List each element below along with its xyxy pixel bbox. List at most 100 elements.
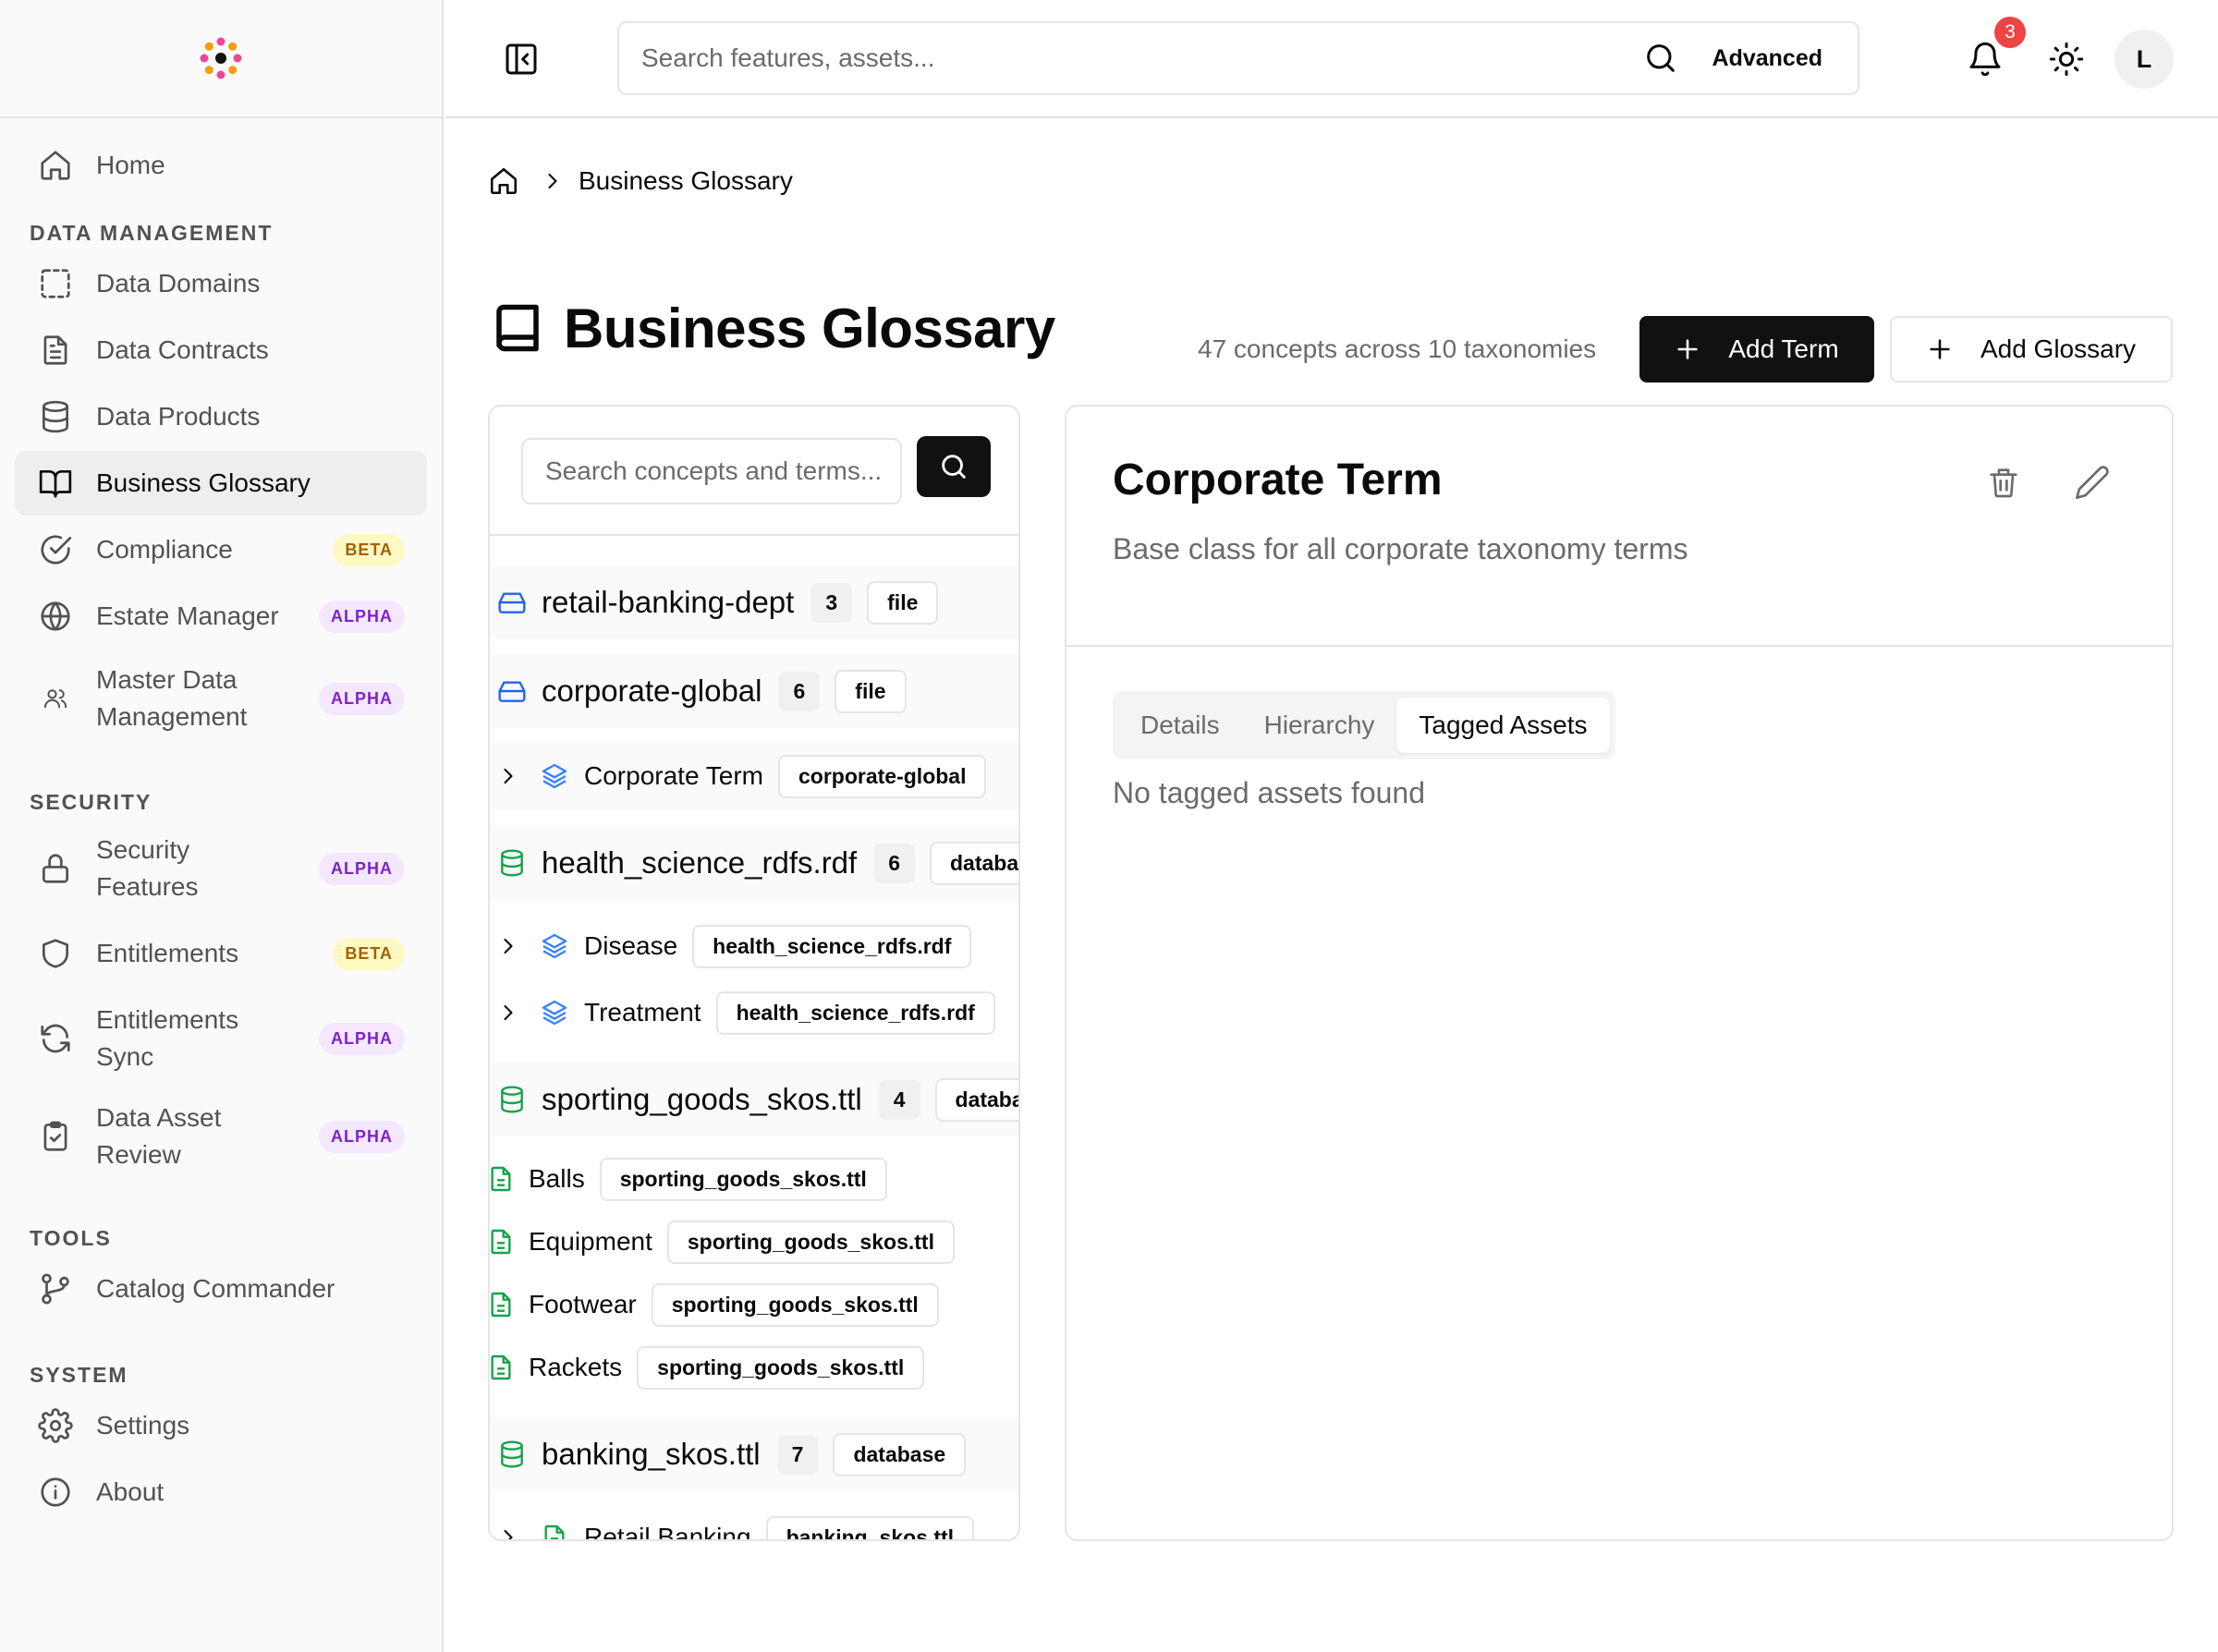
advanced-search-button[interactable]: Advanced bbox=[1712, 45, 1822, 72]
tree-group-type-tag: database bbox=[833, 1432, 967, 1476]
sidebar-item-home[interactable]: Home bbox=[15, 133, 427, 198]
search-icon[interactable] bbox=[1642, 40, 1679, 77]
clipboard-check-icon bbox=[37, 1118, 74, 1155]
section-title-system: SYSTEM bbox=[30, 1363, 128, 1387]
tree-group-count: 6 bbox=[873, 843, 915, 883]
beta-badge: BETA bbox=[333, 937, 405, 970]
plus-icon bbox=[1930, 339, 1950, 359]
sidebar-item-catalog-commander[interactable]: Catalog Commander bbox=[15, 1257, 427, 1321]
sidebar-item-data-domains[interactable]: Data Domains bbox=[15, 251, 427, 316]
theme-toggle-sun-icon[interactable] bbox=[2048, 41, 2085, 78]
term-description: Base class for all corporate taxonomy te… bbox=[1113, 532, 1688, 565]
bell-icon[interactable] bbox=[1967, 41, 2004, 78]
sidebar-item-estate-manager[interactable]: Estate Manager ALPHA bbox=[15, 584, 427, 649]
sidebar-item-data-products[interactable]: Data Products bbox=[15, 384, 427, 449]
sidebar-item-about[interactable]: About bbox=[15, 1460, 427, 1524]
chevron-right-icon[interactable] bbox=[495, 763, 521, 789]
document-icon bbox=[544, 1524, 565, 1539]
concept-search-input[interactable]: Search concepts and terms... bbox=[521, 438, 902, 504]
tree-group-row[interactable]: banking_skos.ttl 7 database bbox=[490, 1417, 1018, 1491]
document-icon bbox=[491, 1166, 511, 1192]
sidebar-item-label: Estate Manager bbox=[96, 601, 279, 630]
tab-hierarchy[interactable]: Hierarchy bbox=[1242, 698, 1397, 753]
tree-term-row[interactable]: Disease health_science_rdfs.rdf bbox=[490, 918, 1018, 974]
lock-icon bbox=[37, 850, 74, 887]
sidebar-item-security-features[interactable]: Security Features ALPHA bbox=[15, 820, 427, 917]
tree-group-type-tag: database bbox=[934, 1077, 1018, 1122]
breadcrumb-home-icon[interactable] bbox=[488, 165, 519, 197]
sidebar-item-master-data-management[interactable]: Master Data Management ALPHA bbox=[15, 650, 427, 747]
plus-icon bbox=[1677, 339, 1698, 359]
tree-term-row[interactable]: Balls sporting_goods_skos.ttl bbox=[490, 1153, 1018, 1205]
tree-group-name: banking_skos.ttl bbox=[542, 1437, 761, 1471]
database-icon bbox=[37, 398, 74, 435]
tree-term-row[interactable]: Retail Banking banking_skos.ttl bbox=[490, 1510, 1018, 1541]
tree-term-name: Retail Banking bbox=[584, 1523, 751, 1541]
tree-term-row[interactable]: Footwear sporting_goods_skos.ttl bbox=[490, 1279, 1018, 1330]
breadcrumb-current: Business Glossary bbox=[579, 166, 793, 195]
book-open-icon bbox=[37, 465, 74, 502]
tree-group-name: health_science_rdfs.rdf bbox=[542, 845, 858, 880]
tab-tagged-assets[interactable]: Tagged Assets bbox=[1396, 698, 1610, 753]
sidebar-item-label: Entitlements Sync bbox=[96, 1005, 239, 1071]
tree-term-name: Footwear bbox=[529, 1290, 637, 1318]
sidebar-nav: Home DATA MANAGEMENT Data Domains Data C… bbox=[0, 118, 442, 1541]
section-title-security: SECURITY bbox=[30, 790, 152, 814]
sidebar-item-business-glossary[interactable]: Business Glossary bbox=[15, 451, 427, 516]
global-search-bar[interactable]: Search features, assets... Advanced bbox=[617, 21, 1859, 95]
info-icon bbox=[37, 1474, 74, 1511]
sidebar-item-data-contracts[interactable]: Data Contracts bbox=[15, 318, 427, 383]
beta-badge: BETA bbox=[333, 533, 405, 566]
alpha-badge: ALPHA bbox=[319, 682, 405, 715]
tree-term-row[interactable]: Treatment health_science_rdfs.rdf bbox=[490, 985, 1018, 1040]
sidebar-item-label: Entitlements bbox=[96, 939, 239, 967]
tree-term-row-selected[interactable]: Corporate Term corporate-global bbox=[490, 743, 1018, 809]
term-detail-header: Corporate Term Base class for all corpor… bbox=[1066, 407, 2172, 647]
sidebar-item-data-asset-review[interactable]: Data Asset Review ALPHA bbox=[15, 1088, 427, 1184]
sidebar-item-label: Security Features bbox=[96, 835, 199, 901]
glossary-stats: 47 concepts across 10 taxonomies bbox=[1198, 334, 1597, 363]
tree-group-row[interactable]: sporting_goods_skos.ttl 4 database bbox=[490, 1063, 1018, 1136]
book-icon bbox=[496, 304, 539, 352]
add-glossary-button[interactable]: Add Glossary bbox=[1890, 316, 2173, 383]
pencil-icon[interactable] bbox=[2074, 464, 2111, 501]
chevron-right-icon[interactable] bbox=[495, 1524, 521, 1541]
tree-group-row[interactable]: health_science_rdfs.rdf 6 database bbox=[490, 826, 1018, 900]
trash-icon[interactable] bbox=[1985, 464, 2022, 501]
alpha-badge: ALPHA bbox=[319, 1022, 405, 1055]
sidebar-toggle-icon[interactable] bbox=[503, 41, 540, 78]
concept-search-button[interactable] bbox=[917, 436, 991, 497]
tree-group-name: sporting_goods_skos.ttl bbox=[542, 1082, 862, 1116]
tree-term-row[interactable]: Rackets sporting_goods_skos.ttl bbox=[490, 1342, 1018, 1393]
add-term-label: Add Term bbox=[1728, 334, 1839, 363]
sidebar-item-entitlements[interactable]: Entitlements BETA bbox=[15, 918, 427, 989]
tree-term-source-tag: sporting_goods_skos.ttl bbox=[637, 1345, 925, 1390]
tree-group-row[interactable]: corporate-global 6 file bbox=[490, 654, 1018, 728]
alpha-badge: ALPHA bbox=[319, 1120, 405, 1153]
global-search-input[interactable]: Search features, assets... bbox=[641, 43, 1642, 73]
shield-icon bbox=[37, 935, 74, 972]
term-title: Corporate Term bbox=[1113, 456, 1443, 504]
tree-term-name: Corporate Term bbox=[584, 761, 764, 790]
empty-state-message: No tagged assets found bbox=[1113, 776, 1426, 809]
add-term-button[interactable]: Add Term bbox=[1639, 316, 1874, 383]
tree-term-source-tag: sporting_goods_skos.ttl bbox=[651, 1282, 939, 1327]
tree-group-count: 7 bbox=[776, 1434, 819, 1475]
tree-group-row[interactable]: retail-banking-dept 3 file bbox=[490, 565, 1018, 639]
sidebar-item-settings[interactable]: Settings bbox=[15, 1393, 427, 1458]
sidebar-item-entitlements-sync[interactable]: Entitlements Sync ALPHA bbox=[15, 990, 427, 1087]
tab-details[interactable]: Details bbox=[1118, 698, 1242, 753]
tree-term-source-tag: corporate-global bbox=[778, 754, 987, 798]
dashed-square-icon bbox=[37, 265, 74, 302]
layers-icon bbox=[542, 1000, 567, 1026]
logo-area bbox=[0, 0, 442, 118]
database-icon bbox=[501, 1086, 523, 1113]
chevron-right-icon[interactable] bbox=[495, 1000, 521, 1026]
sidebar-item-label: Master Data Management bbox=[96, 665, 248, 731]
sidebar-item-compliance[interactable]: Compliance BETA bbox=[15, 517, 427, 582]
app-logo-icon[interactable] bbox=[197, 34, 245, 82]
tree-term-row[interactable]: Equipment sporting_goods_skos.ttl bbox=[490, 1216, 1018, 1268]
chevron-right-icon[interactable] bbox=[495, 933, 521, 959]
user-avatar[interactable]: L bbox=[2114, 30, 2174, 89]
alpha-badge: ALPHA bbox=[319, 600, 405, 633]
